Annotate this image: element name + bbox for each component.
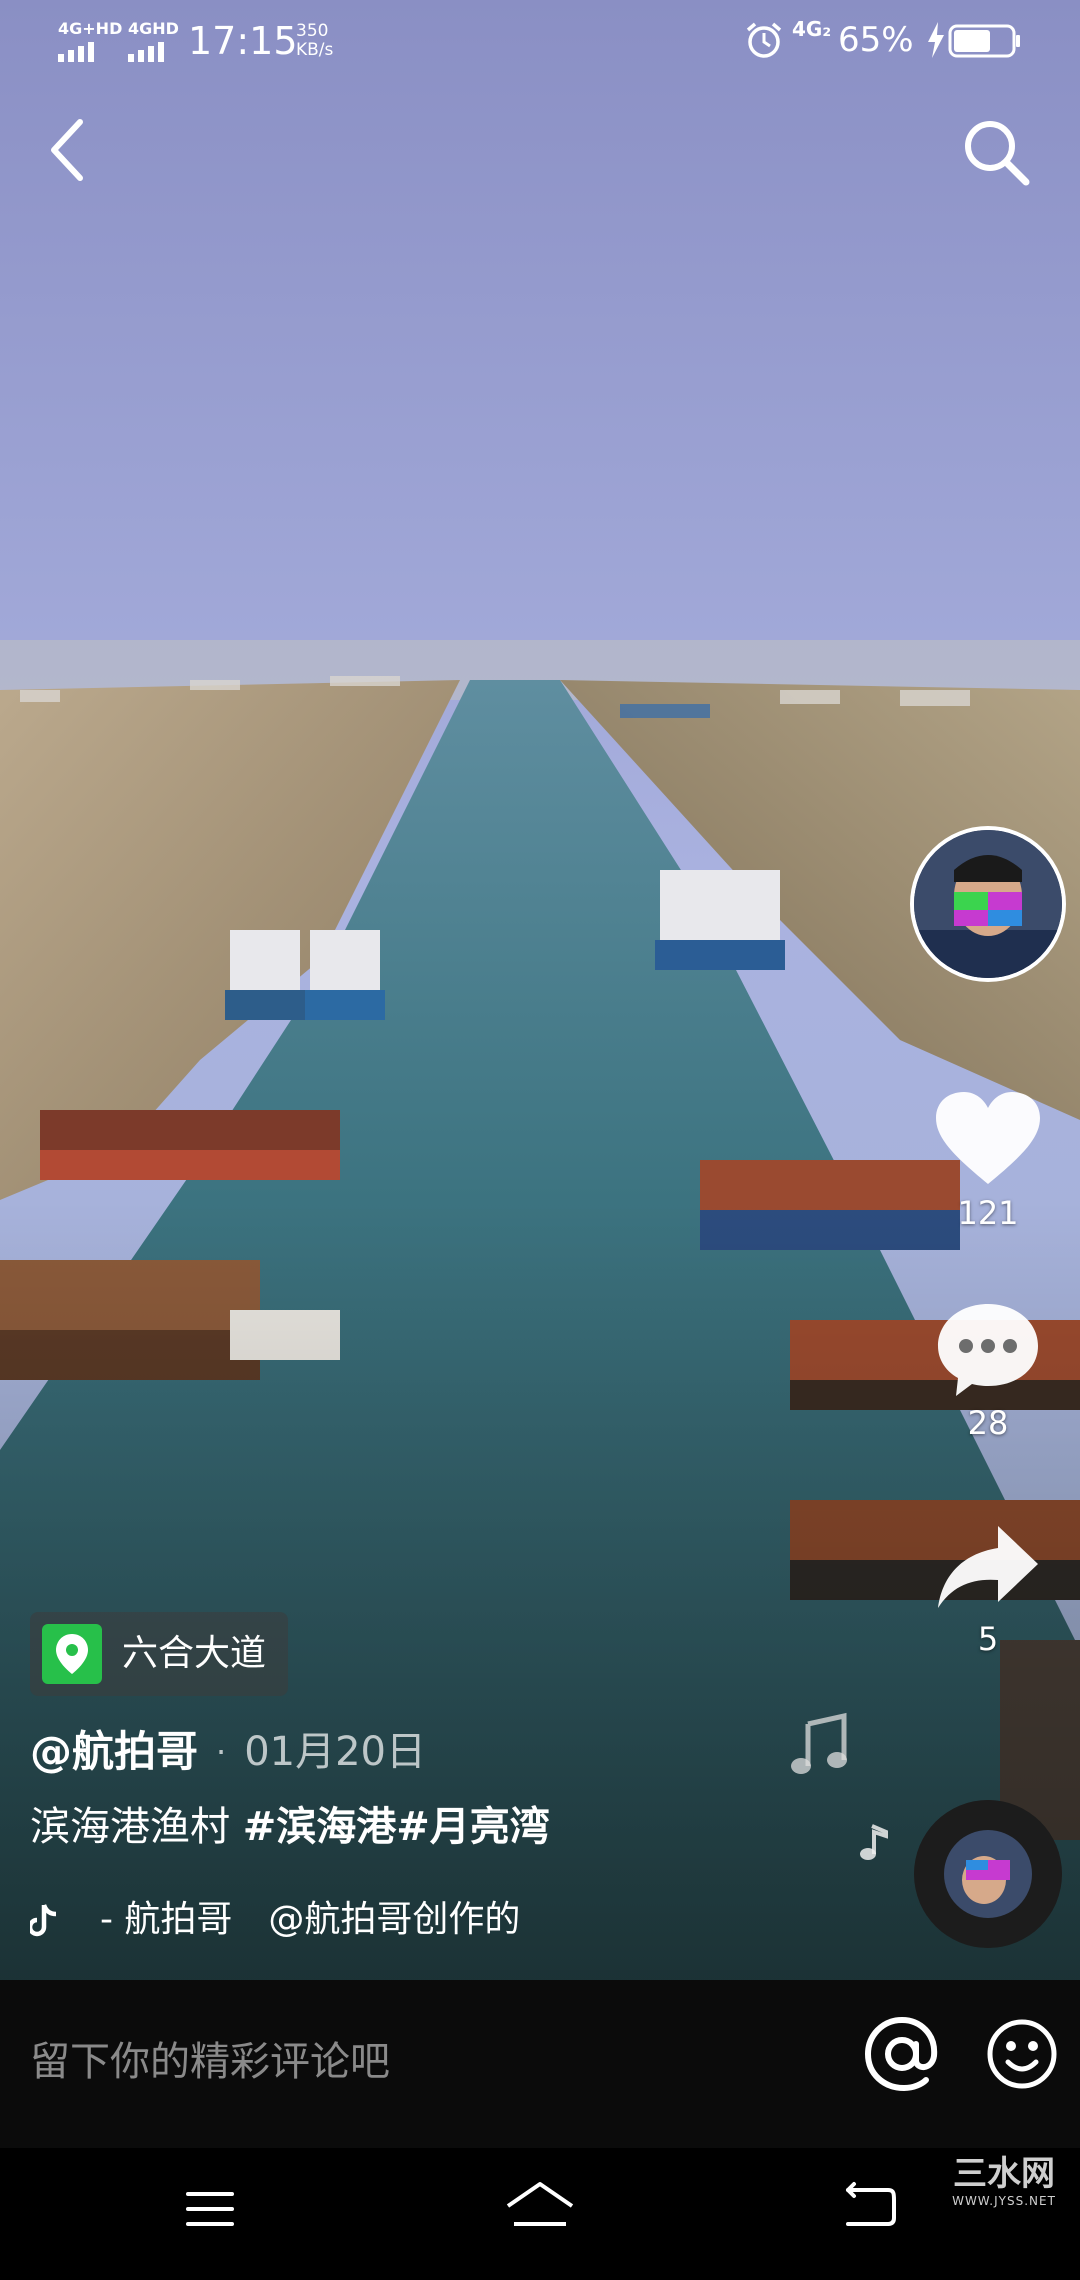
music-disc[interactable] bbox=[914, 1800, 1062, 1948]
emoji-button[interactable] bbox=[984, 2014, 1060, 2094]
like-count: 121 bbox=[957, 1194, 1019, 1232]
share-count: 5 bbox=[977, 1620, 999, 1658]
signal-bars-icon bbox=[58, 42, 94, 62]
clock: 17:15 bbox=[188, 19, 298, 63]
heart-icon bbox=[936, 1092, 1040, 1184]
music-title: - 航拍哥 @航拍哥创作的 bbox=[100, 1899, 521, 1940]
comment-bubble-icon bbox=[938, 1304, 1038, 1396]
site-watermark: 三水网 WWW.JYSS.NET bbox=[934, 2154, 1074, 2208]
comment-input[interactable] bbox=[30, 2020, 830, 2104]
separator-dot: · bbox=[216, 1733, 227, 1771]
system-nav-bar bbox=[0, 2148, 1080, 2280]
comment-bar bbox=[0, 1980, 1080, 2148]
network-speed: 350 KB/s bbox=[296, 22, 333, 60]
network-indicator-3: 4G₂ bbox=[792, 17, 832, 41]
system-back-button[interactable] bbox=[840, 2180, 898, 2230]
video-screen: 4G+HD 4GHD 17:15 350 KB/s 4G₂ 65% 121 28… bbox=[0, 0, 1080, 2280]
location-name: 六合大道 bbox=[122, 1633, 267, 1674]
network-label-1: 4G+HD bbox=[58, 19, 123, 38]
avatar-image bbox=[914, 830, 1062, 978]
music-note-icon bbox=[791, 1712, 847, 1774]
watermark-url: WWW.JYSS.NET bbox=[952, 2194, 1056, 2208]
caption-hashtags[interactable]: #滨海港#月亮湾 bbox=[243, 1804, 550, 1850]
back-button[interactable] bbox=[36, 112, 100, 188]
video-caption: 滨海港渔村 #滨海港#月亮湾 bbox=[30, 1800, 550, 1854]
charging-bolt-icon bbox=[928, 22, 944, 58]
alarm-icon bbox=[746, 22, 782, 58]
share-arrow-icon bbox=[938, 1526, 1038, 1608]
caption-text: 滨海港渔村 bbox=[30, 1804, 243, 1850]
return-icon bbox=[846, 2182, 896, 2226]
network-indicator-1: 4G+HD bbox=[58, 20, 122, 62]
home-icon bbox=[506, 2182, 574, 2226]
search-icon bbox=[965, 121, 1030, 186]
speed-value: 350 bbox=[296, 21, 329, 41]
network-label-3: 4G₂ bbox=[792, 17, 832, 41]
search-button[interactable] bbox=[956, 112, 1036, 192]
mention-button[interactable] bbox=[862, 2014, 942, 2094]
home-button[interactable] bbox=[500, 2178, 580, 2234]
watermark-title: 三水网 bbox=[953, 2154, 1055, 2194]
recent-apps-button[interactable] bbox=[180, 2184, 240, 2234]
network-indicator-2: 4GHD bbox=[128, 20, 179, 62]
battery-percentage: 65% bbox=[838, 20, 914, 60]
battery-icon bbox=[948, 24, 1020, 58]
share-button[interactable]: 5 bbox=[918, 1520, 1058, 1658]
emoji-icon bbox=[987, 2019, 1057, 2089]
location-pin-icon bbox=[56, 1634, 88, 1674]
menu-icon bbox=[186, 2192, 234, 2226]
author-line: @航拍哥 · 01月20日 bbox=[30, 1720, 426, 1784]
post-date: 01月20日 bbox=[244, 1729, 426, 1775]
location-pin-badge bbox=[42, 1624, 102, 1684]
at-sign-icon bbox=[864, 2016, 938, 2092]
author-avatar[interactable] bbox=[910, 826, 1066, 982]
music-info[interactable]: - 航拍哥 @航拍哥创作的 bbox=[30, 1890, 590, 1950]
comment-count: 28 bbox=[967, 1404, 1009, 1442]
signal-bars-icon bbox=[128, 42, 164, 62]
speed-unit: KB/s bbox=[296, 40, 334, 60]
music-disc-cover bbox=[914, 1800, 1062, 1948]
location-tag[interactable]: 六合大道 bbox=[30, 1612, 289, 1696]
back-arrow-icon bbox=[51, 119, 83, 181]
comment-button[interactable]: 28 bbox=[918, 1300, 1058, 1442]
like-button[interactable]: 121 bbox=[918, 1090, 1058, 1232]
network-label-2: 4GHD bbox=[128, 19, 179, 38]
music-note-small-icon bbox=[860, 1824, 888, 1860]
tiktok-note-icon bbox=[30, 1904, 57, 1937]
status-bar: 4G+HD 4GHD 17:15 350 KB/s 4G₂ 65% bbox=[0, 0, 1080, 82]
author-name[interactable]: @航拍哥 bbox=[30, 1726, 198, 1778]
